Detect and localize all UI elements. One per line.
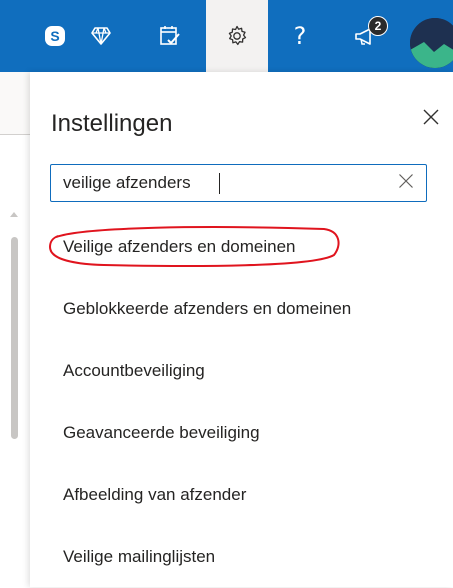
text-caret bbox=[219, 173, 220, 194]
background-mail-pane bbox=[0, 72, 30, 587]
svg-text:S: S bbox=[50, 28, 59, 44]
result-advanced-security[interactable]: Geavanceerde beveiliging bbox=[30, 402, 453, 464]
result-label: Veilige mailinglijsten bbox=[63, 547, 216, 566]
search-results-list: Veilige afzenders en domeinen Geblokkeer… bbox=[30, 216, 453, 588]
result-label: Accountbeveiliging bbox=[63, 361, 205, 380]
clear-search-button[interactable] bbox=[396, 173, 416, 193]
toolbar-band bbox=[0, 72, 30, 134]
help-icon: ? bbox=[293, 22, 307, 50]
result-label: Afbeelding van afzender bbox=[63, 485, 247, 504]
avatar[interactable] bbox=[410, 18, 453, 68]
help-button[interactable]: ? bbox=[280, 0, 320, 72]
scrollbar-thumb[interactable] bbox=[11, 237, 18, 439]
result-safe-mailing-lists[interactable]: Veilige mailinglijsten bbox=[30, 526, 453, 588]
top-navigation-bar: S ? 2 bbox=[0, 0, 453, 72]
settings-button[interactable] bbox=[206, 0, 268, 72]
panel-title: Instellingen bbox=[51, 110, 173, 137]
feedback-button[interactable] bbox=[346, 0, 386, 72]
premium-button[interactable] bbox=[81, 0, 121, 72]
settings-panel: Instellingen Veilige afzenders en domein… bbox=[30, 72, 453, 587]
clear-icon bbox=[398, 173, 414, 194]
settings-search-input[interactable] bbox=[51, 165, 371, 201]
result-sender-image[interactable]: Afbeelding van afzender bbox=[30, 464, 453, 526]
close-button[interactable] bbox=[418, 106, 444, 132]
result-account-security[interactable]: Accountbeveiliging bbox=[30, 340, 453, 402]
skype-icon: S bbox=[44, 25, 66, 47]
result-label: Veilige afzenders en domeinen bbox=[63, 237, 296, 256]
diamond-icon bbox=[91, 27, 111, 45]
result-label: Geavanceerde beveiliging bbox=[63, 423, 260, 442]
result-label: Geblokkeerde afzenders en domeinen bbox=[63, 299, 352, 318]
gear-icon bbox=[226, 25, 248, 47]
settings-search-box bbox=[50, 164, 427, 202]
calendar-check-icon bbox=[159, 25, 181, 47]
close-icon bbox=[423, 109, 439, 130]
divider bbox=[0, 134, 30, 135]
my-day-button[interactable] bbox=[148, 0, 192, 72]
result-safe-senders[interactable]: Veilige afzenders en domeinen bbox=[30, 216, 453, 278]
skype-button[interactable]: S bbox=[36, 0, 74, 72]
result-blocked-senders[interactable]: Geblokkeerde afzenders en domeinen bbox=[30, 278, 453, 340]
notification-count-badge: 2 bbox=[368, 16, 388, 36]
scroll-up-arrow-icon[interactable] bbox=[10, 212, 18, 217]
